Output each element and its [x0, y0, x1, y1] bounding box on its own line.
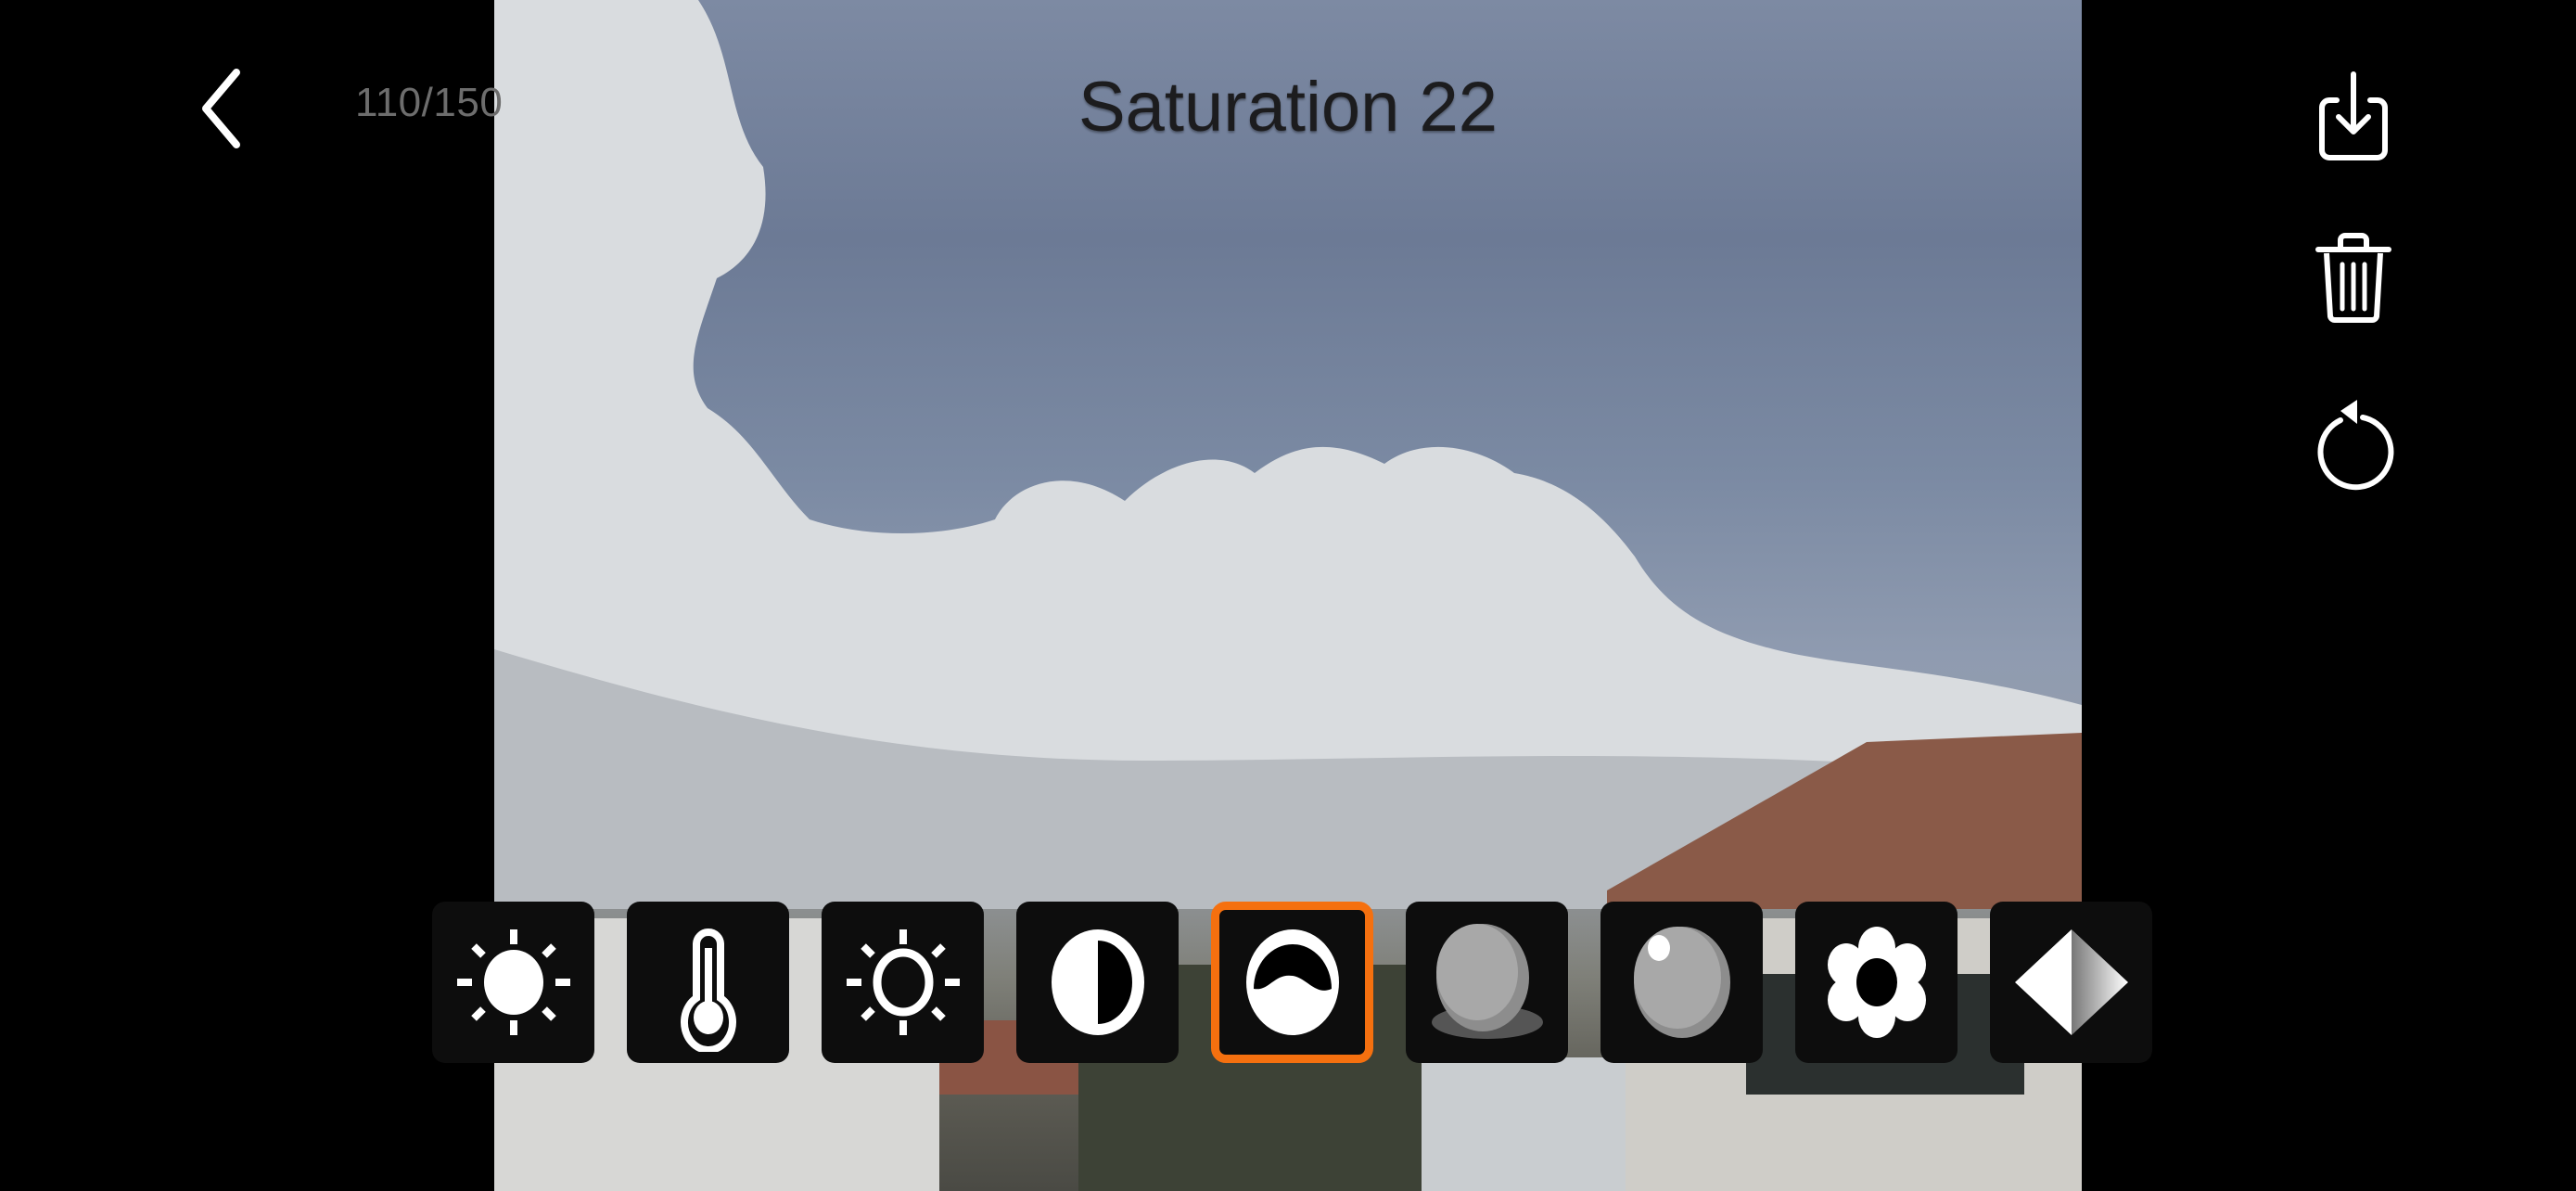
tool-shadows[interactable]: [1406, 902, 1568, 1063]
tool-saturation[interactable]: [1211, 902, 1373, 1063]
sun-filled-icon: [456, 929, 570, 1035]
sphere-highlight-icon: [1633, 927, 1730, 1038]
rotate-reset-icon: [2317, 400, 2394, 491]
save-button[interactable]: [2309, 65, 2398, 167]
tool-vibrance[interactable]: [1795, 902, 1958, 1063]
thermometer-icon: [680, 928, 736, 1052]
tool-temperature[interactable]: [627, 902, 789, 1063]
tool-exposure[interactable]: [822, 902, 984, 1063]
building-mid: [1422, 1057, 1644, 1191]
tool-contrast[interactable]: [1016, 902, 1179, 1063]
reset-button[interactable]: [2309, 394, 2398, 496]
adjustment-title: Saturation 22: [1078, 68, 1498, 147]
diamond-gradient-icon: [2014, 929, 2128, 1035]
flower-icon: [1827, 927, 1926, 1038]
wave-circle-icon: [1245, 929, 1339, 1035]
tool-brightness[interactable]: [432, 902, 594, 1063]
save-download-icon: [2319, 71, 2388, 160]
tool-sharpness[interactable]: [1990, 902, 2152, 1063]
sun-outline-icon: [846, 929, 960, 1035]
delete-button[interactable]: [2309, 227, 2398, 329]
sphere-shadow-icon: [1431, 924, 1543, 1039]
tool-highlights[interactable]: [1600, 902, 1763, 1063]
adjustment-toolbar: [432, 902, 2152, 1063]
half-circle-icon: [1051, 929, 1144, 1035]
trash-icon: [2315, 233, 2391, 323]
